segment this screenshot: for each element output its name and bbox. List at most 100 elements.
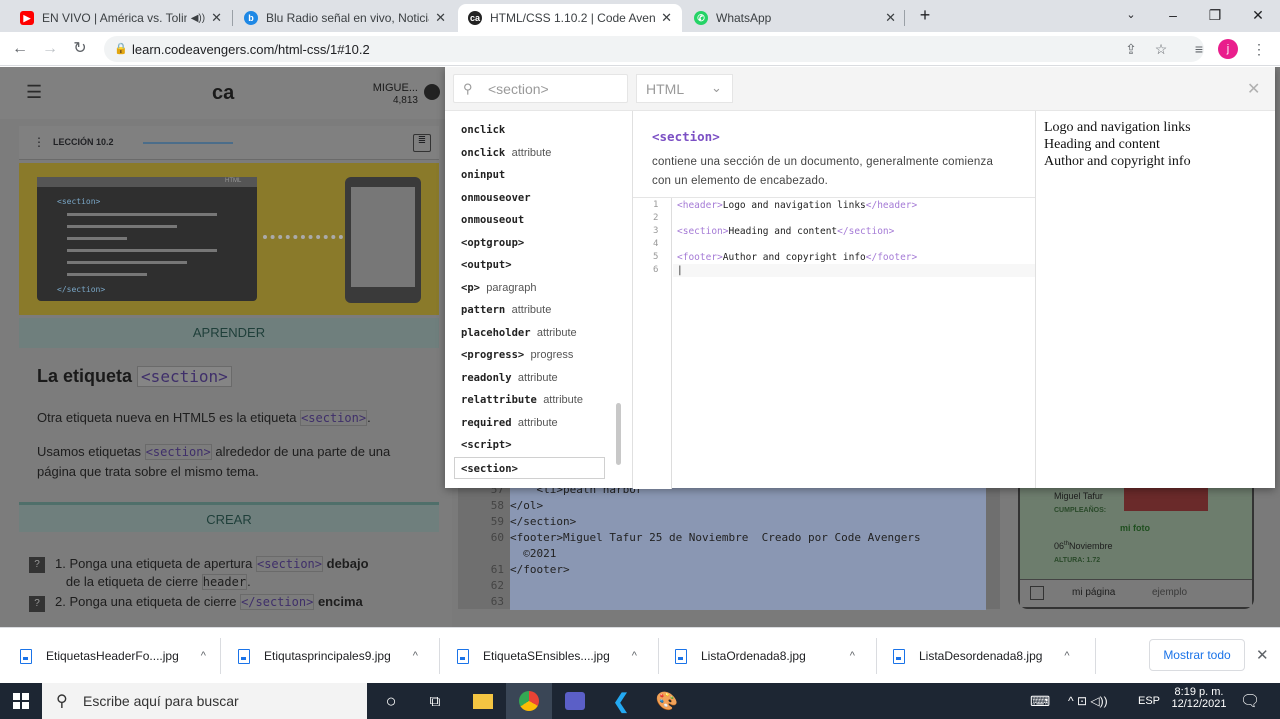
chevron-up-icon[interactable]: ^ — [850, 650, 855, 662]
tag-detail: <section> contiene una sección de un doc… — [633, 111, 1035, 489]
line-number: 2 — [653, 213, 659, 223]
reload-icon[interactable]: ↻ — [68, 37, 92, 61]
bookmark-star-icon[interactable]: ☆ — [1150, 38, 1172, 60]
tab-code-avengers[interactable]: ca HTML/CSS 1.10.2 | Code Avengers ✕ — [458, 4, 682, 32]
user-name[interactable]: MIGUE... — [366, 82, 418, 94]
chevron-up-icon[interactable]: ^ — [413, 650, 418, 662]
lesson-illustration: HTML <section> </section> — [19, 163, 439, 315]
search-icon: ⚲ — [463, 81, 473, 96]
tag-search-input[interactable]: ⚲ <section> — [453, 74, 628, 103]
tag-item[interactable]: <progress> progress — [445, 344, 632, 367]
file-icon — [238, 648, 250, 664]
download-item[interactable]: EtiquetaSEnsibles....jpg ^ — [437, 628, 657, 684]
download-filename: ListaOrdenada8.jpg — [701, 649, 806, 663]
keyboard-icon[interactable]: ⌨ — [1030, 683, 1050, 719]
chrome-icon[interactable] — [506, 683, 552, 719]
tag-item-selected[interactable]: <section> — [454, 456, 605, 479]
download-filename: EtiquetaSEnsibles....jpg — [483, 649, 610, 663]
close-tab-icon[interactable]: ✕ — [435, 10, 446, 26]
tab-strip: ▶ EN VIVO | América vs. Tolima ◀)) ✕ b B… — [0, 0, 1280, 32]
illus-section-close: </section> — [57, 285, 106, 294]
drag-handle-icon[interactable]: ⋮ — [33, 135, 45, 149]
tab-whatsapp[interactable]: ✆ WhatsApp ✕ — [684, 4, 906, 32]
notifications-icon[interactable]: 🗨 — [1240, 683, 1260, 719]
line-number: 61 — [490, 563, 504, 576]
address-bar[interactable]: 🔒 learn.codeavengers.com/html-css/1#10.2 — [104, 36, 1204, 62]
close-tab-icon[interactable]: ✕ — [661, 10, 672, 26]
tab-blu-radio[interactable]: b Blu Radio señal en vivo, Noticias ✕ — [234, 4, 456, 32]
tag-item[interactable]: onmouseout — [445, 209, 632, 232]
close-downloads-icon[interactable]: ✕ — [1256, 646, 1269, 664]
download-item[interactable]: Etiqutasprincipales9.jpg ^ — [218, 628, 438, 684]
close-tab-icon[interactable]: ✕ — [211, 10, 222, 26]
tab-youtube[interactable]: ▶ EN VIVO | América vs. Tolima ◀)) ✕ — [10, 4, 232, 32]
example-code[interactable]: 1 2 3 4 5 6 <header>Logo and navigation … — [633, 197, 1035, 489]
tag-item[interactable]: placeholder attribute — [445, 322, 632, 345]
clock[interactable]: 8:19 p. m. 12/12/2021 — [1170, 686, 1228, 710]
book-icon[interactable] — [1030, 586, 1044, 600]
code-editor-text[interactable]: <li>peath harbor </ol> </section> <foote… — [510, 482, 986, 610]
download-item[interactable]: EtiquetasHeaderFo....jpg ^ — [0, 628, 220, 684]
notes-icon[interactable]: ≣ — [413, 134, 431, 152]
tag-item[interactable]: required attribute — [445, 412, 632, 435]
vscode-icon[interactable]: ❮ — [598, 683, 644, 719]
cortana-icon[interactable]: ○ — [368, 683, 414, 719]
chevron-up-icon[interactable]: ^ — [632, 650, 637, 662]
teams-icon[interactable] — [552, 683, 598, 719]
profile-avatar[interactable]: j — [1218, 39, 1238, 59]
close-window-button[interactable]: ✕ — [1243, 4, 1273, 26]
tag-item[interactable]: readonly attribute — [445, 367, 632, 390]
forward-icon[interactable]: → — [38, 37, 62, 61]
code-avengers-logo[interactable]: ca — [212, 82, 234, 105]
detail-title: <section> — [652, 129, 720, 144]
close-icon[interactable]: ✕ — [1247, 79, 1260, 99]
task-view-icon[interactable]: ⧉ — [412, 683, 458, 719]
taskbar-search[interactable]: ⚲ Escribe aquí para buscar — [42, 683, 367, 719]
hamburger-menu-icon[interactable]: ☰ — [26, 82, 42, 103]
page-content: ☰ ca MIGUE... 4,813 ⋮ LECCIÓN 10.2 ≣ HTM… — [0, 67, 1280, 627]
share-icon[interactable]: ⇪ — [1120, 38, 1142, 60]
download-item[interactable]: ListaDesordenada8.jpg ^ — [873, 628, 1093, 684]
preview-tabs: mi página ejemplo — [1020, 579, 1252, 607]
minimize-button[interactable]: – — [1158, 4, 1188, 26]
language-select[interactable]: HTML ⌄ — [636, 74, 733, 103]
tag-item[interactable]: onmouseover — [445, 187, 632, 210]
tag-item[interactable]: onclick — [445, 119, 632, 142]
reading-list-icon[interactable]: ≡ — [1188, 38, 1210, 60]
tray-icons[interactable]: ^ ⊡ ◁)) — [1068, 683, 1108, 719]
windows-start-icon[interactable] — [0, 683, 42, 719]
chevron-up-icon[interactable]: ^ — [201, 650, 206, 662]
code-line-active: | — [673, 264, 1035, 277]
paint-icon[interactable]: 🎨 — [644, 683, 690, 719]
tag-item[interactable]: <p> paragraph — [445, 277, 632, 300]
menu-dots-icon[interactable]: ⋮ — [1248, 38, 1270, 60]
tag-item[interactable]: onclick attribute — [445, 142, 632, 165]
lock-icon[interactable]: 🔒 — [114, 42, 128, 55]
tag-list-scrollbar[interactable] — [616, 403, 621, 465]
chevron-up-icon[interactable]: ^ — [1064, 650, 1069, 662]
tab-example[interactable]: ejemplo — [1152, 587, 1187, 598]
download-item[interactable]: ListaOrdenada8.jpg ^ — [655, 628, 875, 684]
user-avatar-icon[interactable] — [424, 84, 440, 100]
help-icon[interactable]: ? — [29, 596, 45, 612]
tag-item[interactable]: <optgroup> — [445, 232, 632, 255]
tag-item[interactable]: pattern attribute — [445, 299, 632, 322]
help-icon[interactable]: ? — [29, 557, 45, 573]
new-tab-button[interactable]: + — [910, 4, 940, 26]
tag-item[interactable]: <output> — [445, 254, 632, 277]
show-all-downloads-button[interactable]: Mostrar todo — [1149, 639, 1245, 671]
close-tab-icon[interactable]: ✕ — [885, 10, 896, 26]
tab-search-icon[interactable]: ⌄ — [1116, 4, 1146, 26]
file-explorer-icon[interactable] — [460, 683, 506, 719]
tag-item[interactable]: oninput — [445, 164, 632, 187]
speaker-icon[interactable]: ◀)) — [191, 13, 205, 24]
tag-item[interactable]: relattribute attribute — [445, 389, 632, 412]
tab-my-page[interactable]: mi página — [1072, 587, 1115, 598]
restore-button[interactable]: ❐ — [1200, 4, 1230, 26]
back-icon[interactable]: ← — [8, 37, 32, 61]
tag-item[interactable]: <script> — [445, 434, 632, 457]
clock-date: 12/12/2021 — [1171, 698, 1227, 710]
input-language[interactable]: ESP — [1138, 683, 1160, 719]
